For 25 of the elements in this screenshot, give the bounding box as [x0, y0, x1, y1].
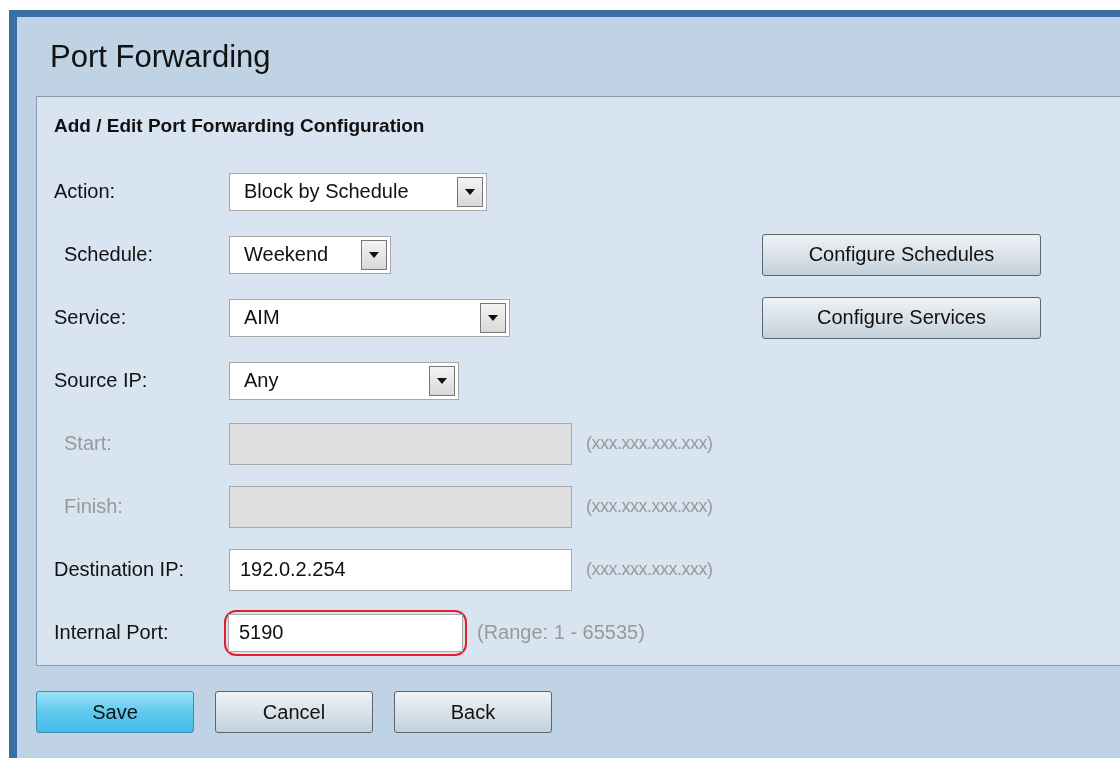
format-hint: (xxx.xxx.xxx.xxx) — [586, 433, 713, 454]
field-label: Destination IP: — [54, 558, 186, 581]
dropdown[interactable]: Weekend — [229, 235, 391, 274]
dropdown[interactable]: AIM — [229, 298, 510, 337]
field-label: Service: — [54, 306, 128, 329]
dropdown[interactable]: Block by Schedule — [229, 172, 487, 211]
field-label: Schedule: — [63, 243, 154, 266]
format-hint: (Range: 1 - 65535) — [477, 621, 645, 644]
dropdown[interactable]: Any — [229, 361, 459, 400]
input-field[interactable]: 5190 — [228, 613, 463, 652]
page-title: Port Forwarding — [49, 38, 272, 76]
section-heading: Add / Edit Port Forwarding Configuration — [54, 115, 426, 138]
field-label: Source IP: — [54, 369, 149, 392]
action-button[interactable]: Back — [394, 691, 552, 733]
input-field[interactable]: 192.0.2.254 — [229, 548, 572, 591]
field-label: Finish: — [63, 495, 124, 518]
action-button[interactable]: Save — [36, 691, 194, 733]
format-hint: (xxx.xxx.xxx.xxx) — [586, 496, 713, 517]
field-label: Internal Port: — [54, 621, 170, 644]
field-label: Start: — [63, 432, 113, 455]
field-label: Action: — [54, 180, 117, 203]
action-button[interactable]: Cancel — [215, 691, 373, 733]
format-hint: (xxx.xxx.xxx.xxx) — [586, 559, 713, 580]
configure-button[interactable]: Configure Schedules — [762, 233, 1041, 276]
configure-button[interactable]: Configure Services — [762, 296, 1041, 339]
